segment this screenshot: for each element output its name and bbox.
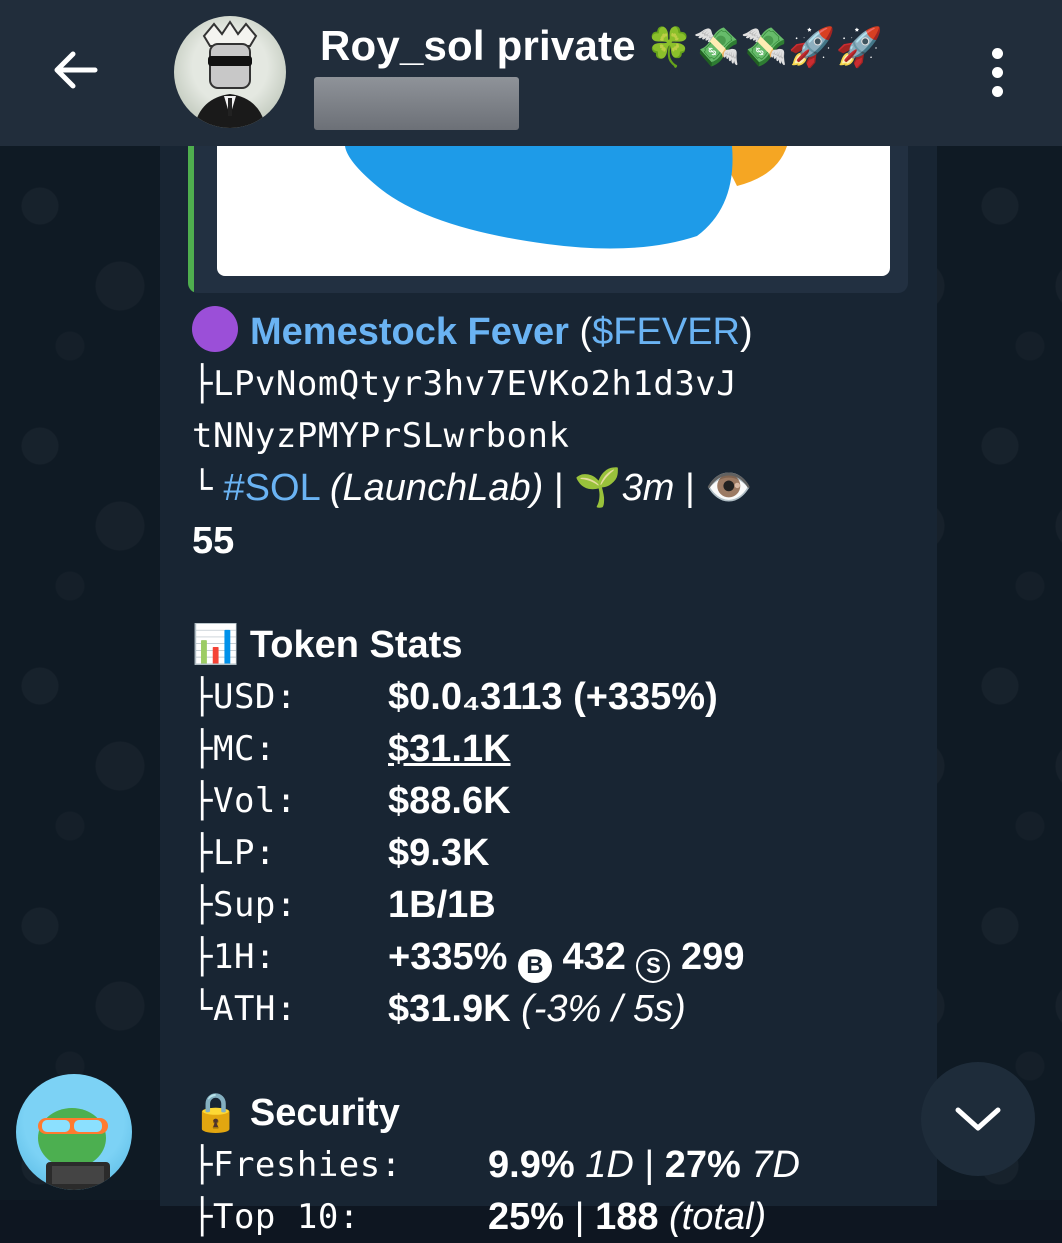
contract-address-line-2[interactable]: tNNyzPMYPrSLwrbonk [192,410,912,462]
stat-ath-value: $31.9K [388,988,511,1030]
view-count: 55 [192,520,235,562]
stat-row-lp: ├LP: $9.3K [192,827,912,879]
eye-icon: 👁️ [705,467,753,509]
token-age: 3m [621,467,675,509]
more-vertical-icon [991,47,1003,59]
stat-row-vol: ├Vol: $88.6K [192,775,912,827]
scroll-to-bottom-button[interactable] [921,1062,1035,1176]
stat-1h-buys: 432 [562,936,626,978]
stat-vol-value: $88.6K [388,780,511,822]
stat-1h-sells: 299 [681,936,745,978]
redacted-subtitle [314,77,519,130]
ticker-open: ( [579,311,593,353]
chevron-down-icon [955,1107,1001,1131]
ticker-link[interactable]: $FEVER [592,311,740,353]
chain-info-line: └ #SOL (LaunchLab) | 🌱3m | 👁️ [192,467,753,509]
stat-mc-link[interactable]: $31.1K [388,723,511,775]
buys-icon: B [517,949,552,983]
preview-image[interactable] [217,146,890,276]
chat-header: Roy_sol private 🍀💸💸🚀🚀 [0,0,1062,146]
ticker-close: ) [739,311,753,353]
avatar-image [194,20,266,128]
message-bubble: Memestock Fever ($FEVER) ├LPvNomQtyr3hv7… [160,146,937,1238]
back-button[interactable] [40,40,110,100]
token-name-link[interactable]: Memestock Fever [250,311,569,353]
lock-icon: 🔒 [192,1092,240,1134]
stat-row-usd: ├USD: $0.0₄3113 (+335%) [192,671,912,723]
sender-avatar[interactable] [16,1074,132,1190]
title-emojis: 🍀💸💸🚀🚀 [645,27,884,69]
chat-title-text: Roy_sol private [320,22,636,69]
sender-avatar-image [38,1108,110,1190]
seedling-icon: 🌱 [574,467,622,509]
stat-row-sup: ├Sup: 1B/1B [192,879,912,931]
preview-accent-bar [188,146,194,293]
stat-ath-note: (-3% / 5s) [521,988,686,1030]
chat-avatar[interactable] [174,16,286,128]
chain-hashtag[interactable]: #SOL [224,467,320,509]
token-title-line: Memestock Fever ($FEVER) [192,306,912,358]
security-row-freshies: ├Freshies: 9.9% 1D | 27% 7D [192,1144,800,1186]
security-heading: 🔒 Security [192,1092,400,1134]
more-menu-button[interactable] [970,40,1024,104]
chat-title: Roy_sol private 🍀💸💸🚀🚀 [320,22,883,70]
stat-row-ath: └ATH: $31.9K (-3% / 5s) [192,988,686,1030]
purple-circle-icon [192,306,238,352]
token-stats-heading: 📊 Token Stats [192,624,463,666]
stat-row-mc: ├MC: $31.1K [192,723,912,775]
stat-sup-value: 1B/1B [388,884,496,926]
stat-1h-change: +335% [388,936,508,978]
security-row-top10: ├Top 10: 25% | 188 (total) [192,1196,767,1238]
stat-row-1h: ├1H: +335% B 432 S 299 [192,931,912,983]
bar-chart-icon: 📊 [192,624,240,666]
message-text: Memestock Fever ($FEVER) ├LPvNomQtyr3hv7… [192,306,912,1243]
link-preview[interactable] [188,146,908,293]
sells-icon: S [636,949,671,983]
platform-label: (LaunchLab) [329,467,544,509]
stat-lp-value: $9.3K [388,832,490,874]
contract-address-line-1[interactable]: ├LPvNomQtyr3hv7EVKo2h1d3vJ [192,358,912,410]
preview-logo-image [345,146,787,249]
arrow-left-icon [54,51,98,89]
stat-usd-value: $0.0₄3113 (+335%) [388,676,718,718]
